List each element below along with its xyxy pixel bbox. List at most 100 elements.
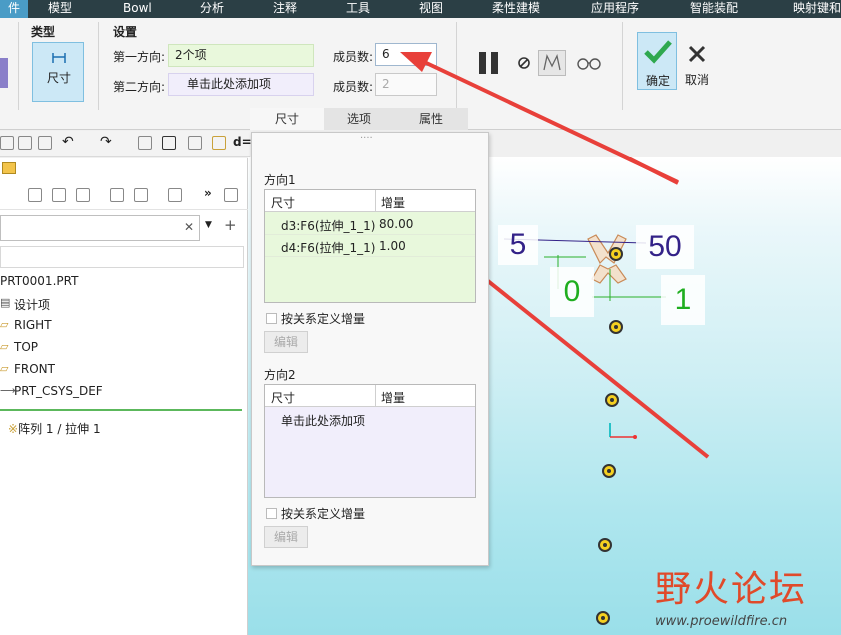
members2-input[interactable]: 2 bbox=[375, 73, 437, 96]
menu-view[interactable]: 视图 bbox=[419, 0, 443, 18]
tree-item-design-items[interactable]: ▤ 设计项 bbox=[0, 296, 50, 313]
row-increment[interactable]: 80.00 bbox=[379, 217, 413, 231]
tree-search-input[interactable] bbox=[0, 215, 200, 241]
menu-mapkeys[interactable]: 映射键和 bbox=[793, 0, 841, 18]
cancel-button[interactable]: 取消 bbox=[680, 32, 714, 90]
tree-toolbar: » bbox=[0, 182, 248, 210]
regenerate-icon[interactable] bbox=[138, 136, 152, 150]
no-preview-icon[interactable] bbox=[517, 56, 531, 70]
dimensions-tab-panel: ···· 方向1 尺寸 增量 d3:F6(拉伸_1_1) 80.00 d4:F6… bbox=[251, 132, 489, 566]
table-row[interactable]: d3:F6(拉伸_1_1) 80.00 bbox=[265, 213, 475, 235]
tree-item-top[interactable]: ▱ TOP bbox=[0, 340, 38, 354]
toolbar-partial-text: d= bbox=[233, 135, 252, 149]
redo-icon[interactable]: ↷ bbox=[100, 134, 112, 150]
direction2-placeholder[interactable]: 单击此处添加项 bbox=[281, 412, 365, 429]
settings-icon[interactable] bbox=[212, 136, 226, 150]
tree-item-csys[interactable]: ⟶ PRT_CSYS_DEF bbox=[0, 384, 103, 398]
menu-smart-assembly[interactable]: 智能装配 bbox=[690, 0, 738, 18]
edit-button-1[interactable]: 编辑 bbox=[264, 331, 308, 353]
tab-properties[interactable]: 属性 bbox=[394, 108, 468, 130]
tree-item-right[interactable]: ▱ RIGHT bbox=[0, 318, 52, 332]
tree-options-icon[interactable] bbox=[224, 188, 238, 202]
panel-grip[interactable]: ···· bbox=[360, 133, 373, 144]
menu-analysis[interactable]: 分析 bbox=[200, 0, 224, 18]
pattern-leader[interactable] bbox=[609, 247, 623, 261]
tree-show-icon[interactable] bbox=[134, 188, 148, 202]
tree-filter-icon[interactable] bbox=[28, 188, 42, 202]
settings-group-title: 设置 bbox=[113, 25, 138, 39]
search-dropdown-icon[interactable]: ▼ bbox=[205, 220, 212, 230]
new-icon[interactable] bbox=[0, 136, 14, 150]
insert-here-line[interactable] bbox=[0, 409, 242, 411]
direction2-table: 尺寸 增量 单击此处添加项 bbox=[264, 384, 476, 498]
column-dimension: 尺寸 bbox=[271, 196, 296, 210]
design-items-icon: ▤ bbox=[0, 296, 11, 309]
save-icon[interactable] bbox=[38, 136, 52, 150]
menu-applications[interactable]: 应用程序 bbox=[591, 0, 639, 18]
tree-item-pattern[interactable]: ※阵列 1 / 拉伸 1 bbox=[8, 420, 101, 437]
ok-button[interactable]: 确定 bbox=[637, 32, 677, 90]
dimension-text-5[interactable]: 5 bbox=[498, 225, 538, 265]
direction2-title: 方向2 bbox=[264, 368, 296, 382]
direction2-collector[interactable]: 单击此处添加项 bbox=[168, 73, 314, 96]
type-dimension-label: 尺寸 bbox=[46, 71, 71, 85]
edit-button-2[interactable]: 编辑 bbox=[264, 526, 308, 548]
menubar: 件 模型 Bowl 分析 注释 工具 视图 柔性建模 应用程序 智能装配 映射键… bbox=[0, 0, 841, 18]
pattern-member-4[interactable] bbox=[598, 538, 612, 552]
menu-tools[interactable]: 工具 bbox=[346, 0, 370, 18]
tree-columns-icon[interactable] bbox=[52, 188, 66, 202]
csys-triad-icon bbox=[609, 423, 637, 439]
members2-label: 成员数: bbox=[333, 80, 374, 94]
relation-checkbox-1[interactable]: 按关系定义增量 bbox=[266, 310, 365, 326]
row-dimension: d4:F6(拉伸_1_1) bbox=[281, 241, 376, 255]
add-filter-icon[interactable]: + bbox=[224, 216, 237, 234]
dimension-text-50[interactable]: 50 bbox=[636, 225, 694, 269]
verify-geometry-icon[interactable] bbox=[538, 50, 566, 76]
menu-bowl[interactable]: Bowl bbox=[123, 0, 152, 18]
members1-input[interactable]: 6 bbox=[375, 43, 437, 66]
close-icon bbox=[688, 45, 706, 63]
direction1-label: 第一方向: bbox=[113, 50, 166, 64]
quick-access-toolbar: ↶ ↷ d= bbox=[0, 131, 252, 157]
column-increment: 增量 bbox=[381, 391, 406, 405]
checkmark-icon bbox=[644, 40, 672, 64]
clear-search-icon[interactable]: ✕ bbox=[184, 220, 194, 234]
table-row[interactable]: d4:F6(拉伸_1_1) 1.00 bbox=[265, 235, 475, 257]
tree-settings-icon[interactable] bbox=[110, 188, 124, 202]
csys-icon: ⟶ bbox=[0, 384, 16, 397]
datum-plane-icon: ▱ bbox=[0, 340, 9, 353]
direction2-table-header: 尺寸 增量 bbox=[265, 385, 475, 407]
ok-label: 确定 bbox=[645, 74, 670, 88]
dimension-text-1[interactable]: 1 bbox=[661, 275, 705, 325]
layers-icon[interactable] bbox=[2, 162, 16, 174]
menu-model[interactable]: 模型 bbox=[48, 0, 72, 18]
undo-icon[interactable]: ↶ bbox=[62, 134, 74, 150]
row-increment[interactable]: 1.00 bbox=[379, 239, 406, 253]
direction1-table-header: 尺寸 增量 bbox=[265, 190, 475, 212]
watermark-url: www.proewildfire.cn bbox=[655, 614, 788, 629]
relation-checkbox-2[interactable]: 按关系定义增量 bbox=[266, 505, 365, 521]
tree-notes-icon[interactable] bbox=[168, 188, 182, 202]
menu-file[interactable]: 件 bbox=[0, 0, 29, 18]
chevron-right-icon[interactable]: » bbox=[204, 186, 212, 200]
pattern-member-2[interactable] bbox=[605, 393, 619, 407]
menu-annotate[interactable]: 注释 bbox=[273, 0, 297, 18]
tree-header bbox=[0, 246, 244, 268]
pause-icon[interactable] bbox=[477, 51, 501, 75]
type-dimension-button[interactable]: 尺寸 bbox=[32, 42, 84, 102]
tab-dimensions[interactable]: 尺寸 bbox=[250, 108, 324, 130]
menu-flexible-modeling[interactable]: 柔性建模 bbox=[492, 0, 540, 18]
tree-display-icon[interactable] bbox=[76, 188, 90, 202]
dimension-text-0[interactable]: 0 bbox=[550, 267, 594, 317]
annotation-icon[interactable] bbox=[162, 136, 176, 150]
tab-options[interactable]: 选项 bbox=[324, 108, 394, 130]
direction1-collector[interactable]: 2个项 bbox=[168, 44, 314, 67]
window-icon[interactable] bbox=[188, 136, 202, 150]
glasses-icon[interactable] bbox=[575, 55, 603, 71]
open-icon[interactable] bbox=[18, 136, 32, 150]
pattern-member-5[interactable] bbox=[596, 611, 610, 625]
tree-root[interactable]: PRT0001.PRT bbox=[0, 274, 78, 288]
row-dimension: d3:F6(拉伸_1_1) bbox=[281, 219, 376, 233]
tree-item-front[interactable]: ▱ FRONT bbox=[0, 362, 55, 376]
pattern-member-3[interactable] bbox=[602, 464, 616, 478]
